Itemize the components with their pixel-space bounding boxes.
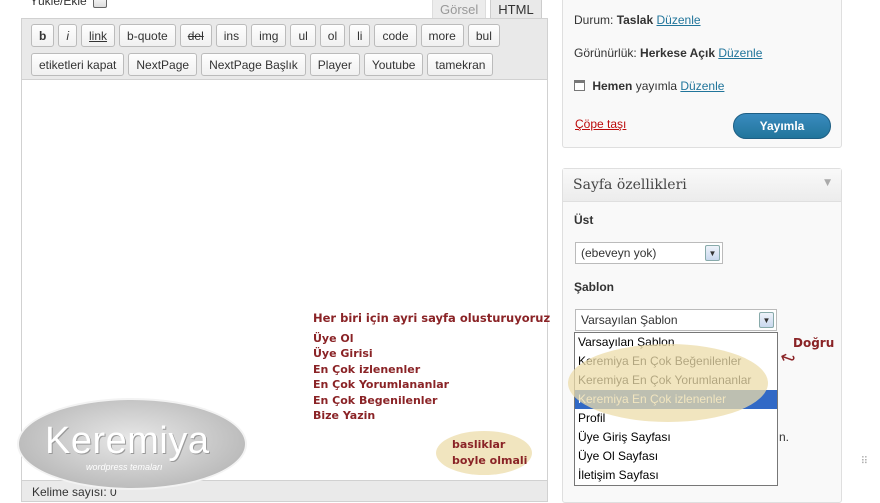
template-option[interactable]: Üye Ol Sayfası	[575, 447, 777, 466]
edit-visibility-link[interactable]: Düzenle	[718, 46, 762, 60]
template-select[interactable]: Varsayılan Şablon ▼	[575, 309, 777, 331]
visibility-row: Görünürlük: Herkese Açık Düzenle	[574, 46, 762, 60]
qt-li-button[interactable]: li	[349, 24, 371, 47]
annotation-item: Bize Yazin	[313, 409, 376, 422]
template-option[interactable]: İletişim Sayfası	[575, 466, 777, 485]
annotation-note-line: basliklar	[452, 438, 506, 451]
tab-html[interactable]: HTML	[490, 0, 542, 19]
visibility-label: Görünürlük:	[574, 46, 637, 60]
status-value: Taslak	[616, 13, 654, 27]
edit-status-link[interactable]: Düzenle	[657, 13, 701, 27]
template-select-value: Varsayılan Şablon	[581, 313, 678, 327]
resize-grip-icon[interactable]: ⠿	[861, 456, 868, 467]
tab-visual[interactable]: Görsel	[432, 0, 487, 19]
parent-select-value: (ebeveyn yok)	[581, 246, 657, 260]
collapse-arrow-icon[interactable]: ▼	[824, 178, 831, 188]
template-option-highlighted[interactable]: Keremiya En Çok izlenenler	[575, 390, 777, 409]
editor-tabs: Görsel HTML	[432, 0, 542, 19]
chevron-down-icon[interactable]: ▼	[705, 245, 720, 261]
template-option[interactable]: Profil	[575, 409, 777, 428]
parent-label: Üst	[574, 213, 594, 227]
partially-hidden-text: n.	[779, 430, 790, 444]
qt-italic-button[interactable]: i	[58, 24, 78, 47]
annotation-note: basliklar boyle olmali	[452, 437, 527, 469]
schedule-suffix: yayımla	[635, 79, 678, 93]
quicktags-toolbar: b i link b-quote del ins img ul ol li co…	[22, 19, 547, 80]
upload-label: Yükle/Ekle	[30, 0, 87, 8]
edit-schedule-link[interactable]: Düzenle	[680, 79, 724, 93]
calendar-icon	[574, 80, 585, 91]
template-option[interactable]: Üye Giriş Sayfası	[575, 428, 777, 447]
qt-youtube-button[interactable]: Youtube	[363, 53, 424, 76]
publish-button[interactable]: Yayımla	[733, 113, 831, 139]
schedule-value: Hemen	[592, 79, 633, 93]
status-row: Durum: Taslak Düzenle	[574, 13, 701, 27]
template-label: Şablon	[574, 280, 615, 294]
media-icon[interactable]	[92, 0, 107, 8]
qt-code-button[interactable]: code	[374, 24, 417, 47]
qt-fullscreen-button[interactable]: tamekran	[427, 53, 494, 76]
annotation-item: En Çok Begenilenler	[313, 393, 438, 407]
annotation-item: En Çok izlenenler	[313, 362, 421, 376]
correct-label: Doğru	[793, 336, 835, 350]
move-to-trash-link[interactable]: Çöpe taşı	[575, 117, 626, 131]
qt-img-button[interactable]: img	[251, 24, 287, 47]
page-attributes-title: Sayfa özellikleri	[573, 177, 687, 193]
template-dropdown-list: Varsayılan Şablon Keremiya En Çok Beğeni…	[574, 332, 778, 486]
qt-del-button[interactable]: del	[179, 24, 212, 47]
logo-subtitle: wordpress temaları	[86, 462, 163, 472]
publish-box: Durum: Taslak Düzenle Görünürlük: Herkes…	[562, 0, 842, 148]
qt-ul-button[interactable]: ul	[290, 24, 316, 47]
qt-blockquote-button[interactable]: b-quote	[119, 24, 176, 47]
qt-more-button[interactable]: more	[420, 24, 464, 47]
visibility-value: Herkese Açık	[640, 46, 715, 60]
annotation-heading: Her biri için ayri sayfa olusturuyoruz	[313, 311, 551, 325]
qt-player-button[interactable]: Player	[309, 53, 360, 76]
page-attributes-header[interactable]: Sayfa özellikleri ▼	[563, 169, 841, 202]
template-option[interactable]: Keremiya En Çok Beğenilenler	[575, 352, 777, 371]
annotation-note-line: boyle olmali	[452, 454, 528, 467]
qt-nextpage-title-button[interactable]: NextPage Başlık	[201, 53, 306, 76]
qt-ol-button[interactable]: ol	[319, 24, 346, 47]
logo-wordmark: Keremiya	[45, 420, 210, 462]
upload-insert[interactable]: Yükle/Ekle	[30, 0, 107, 8]
qt-close-tags-button[interactable]: etiketleri kapat	[31, 53, 125, 76]
annotation-item: Üye Girisi	[313, 347, 373, 360]
parent-select[interactable]: (ebeveyn yok) ▼	[575, 242, 723, 264]
status-label: Durum:	[574, 13, 614, 27]
qt-bold-button[interactable]: b	[31, 24, 55, 47]
qt-search-button[interactable]: bul	[467, 24, 500, 47]
chevron-down-icon[interactable]: ▼	[759, 312, 774, 328]
qt-ins-button[interactable]: ins	[215, 24, 248, 47]
annotation-item: Üye Ol	[313, 331, 354, 345]
template-option[interactable]: Varsayılan Şablon	[575, 333, 777, 352]
schedule-row: Hemen yayımla Düzenle	[574, 79, 724, 93]
annotation-item: En Çok Yorumlananlar	[313, 378, 450, 391]
qt-nextpage-button[interactable]: NextPage	[128, 53, 198, 76]
template-option[interactable]: Keremiya En Çok Yorumlananlar	[575, 371, 777, 390]
qt-link-button[interactable]: link	[81, 24, 116, 47]
annotation-list: Her biri için ayri sayfa olusturuyoruz Ü…	[313, 311, 550, 424]
